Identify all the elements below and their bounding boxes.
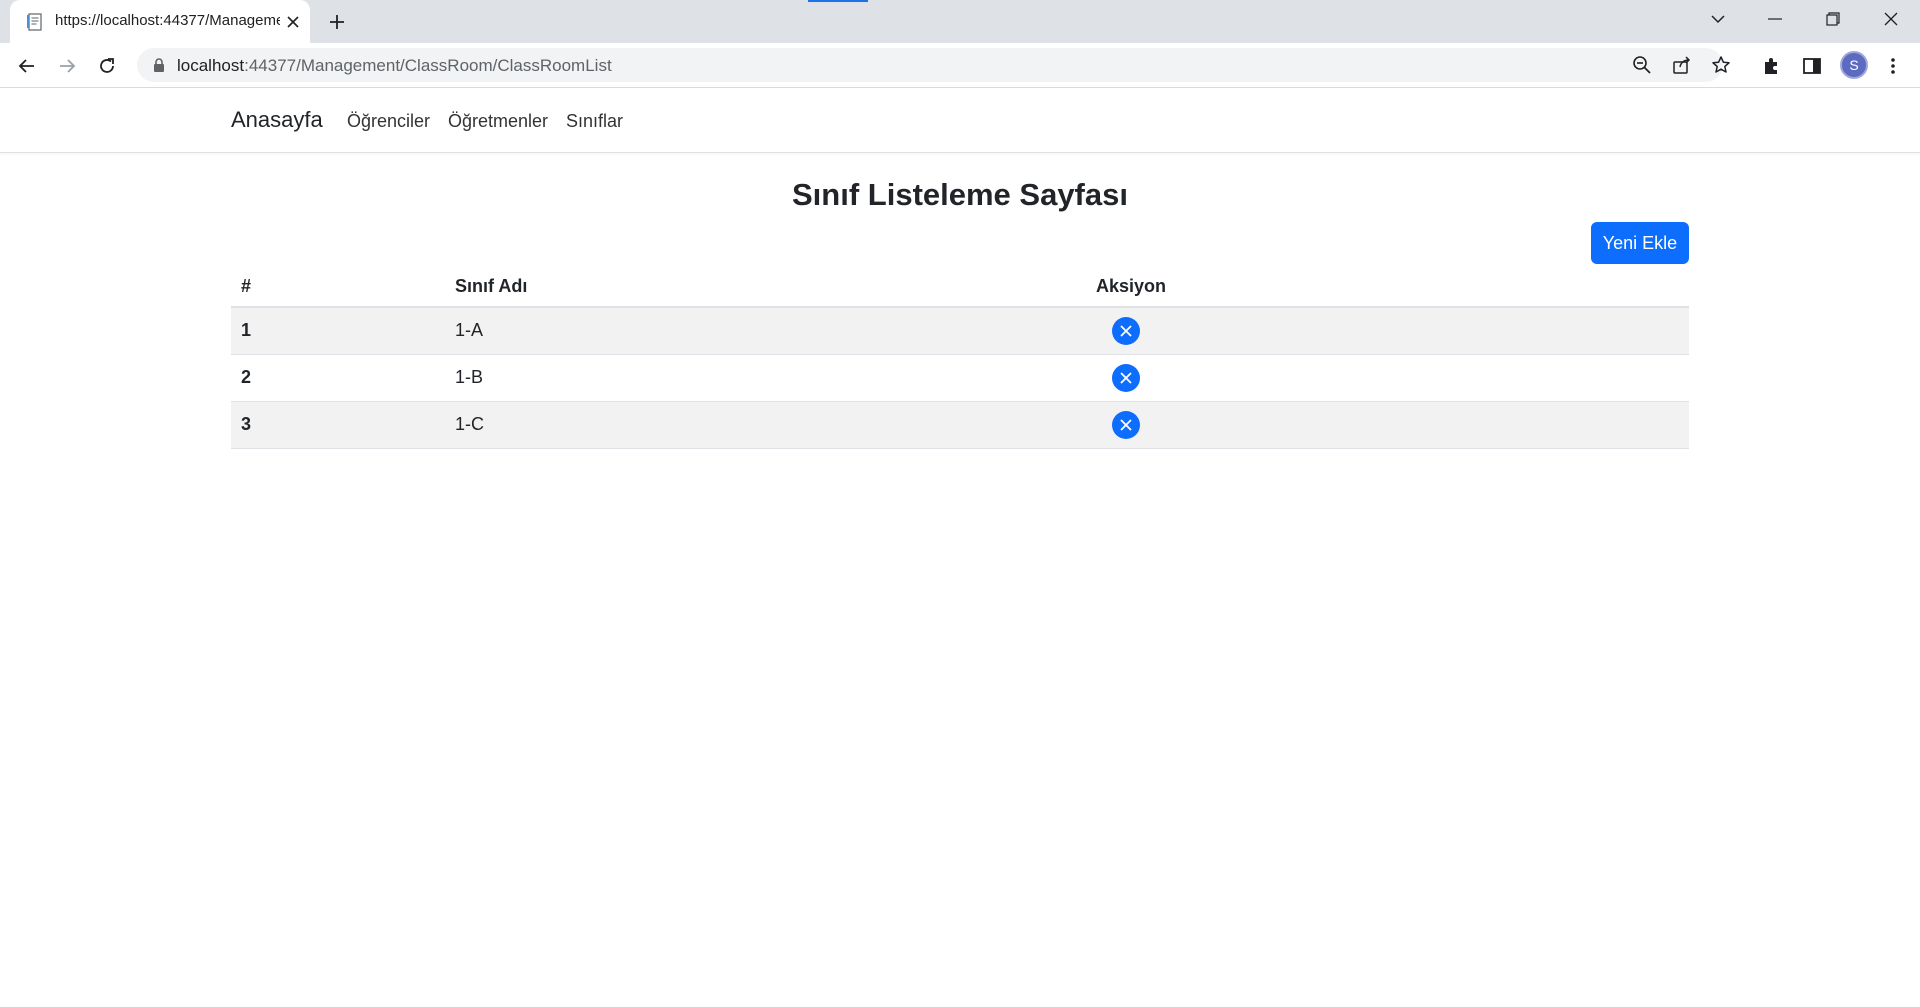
nav-link-teachers[interactable]: Öğretmenler [448,111,548,132]
side-panel-icon[interactable] [1797,51,1827,81]
column-header-number: # [231,266,445,308]
tab-search-indicator [808,0,868,2]
nav-brand-link[interactable]: Anasayfa [231,107,323,133]
zoom-out-icon[interactable] [1630,53,1654,77]
delete-close-icon[interactable] [1112,410,1140,439]
action-cell [1086,307,1689,355]
new-tab-plus-icon[interactable] [325,10,349,34]
row-number: 1 [231,307,445,355]
back-arrow-icon[interactable] [12,51,42,81]
row-number: 3 [231,401,445,449]
lock-icon[interactable] [151,57,167,73]
bookmark-star-icon[interactable] [1709,53,1733,77]
classroom-table: # Sınıf Adı Aksiyon 1 1-A 2 1-B 3 1-C [231,266,1689,449]
table-row: 1 1-A [231,307,1689,355]
add-new-button[interactable]: Yeni Ekle [1591,222,1689,264]
tab-title: https://localhost:44377/Management/Class… [55,12,280,29]
site-navbar: Anasayfa Öğrenciler Öğretmenler Sınıflar [0,88,1920,153]
table-header-row: # Sınıf Adı Aksiyon [231,266,1689,308]
class-name-cell: 1-A [445,307,1086,355]
column-header-class-name: Sınıf Adı [445,266,1086,308]
action-cell [1086,401,1689,449]
tab-search-chevron-down-icon[interactable] [1695,0,1741,38]
profile-avatar[interactable]: S [1840,51,1868,79]
reload-icon[interactable] [92,51,122,81]
page-favicon-icon [25,12,45,32]
browser-tab-strip: https://localhost:44377/Management/Class… [0,0,1920,43]
action-cell [1086,354,1689,402]
delete-close-icon[interactable] [1112,363,1140,392]
class-name-cell: 1-B [445,354,1086,402]
nav-link-students[interactable]: Öğrenciler [347,111,430,132]
url-path: :44377/Management/ClassRoom/ClassRoomLis… [244,56,612,75]
browser-menu-kebab-icon[interactable] [1878,51,1908,81]
address-bar[interactable]: localhost:44377/Management/ClassRoom/Cla… [137,48,1730,82]
share-icon[interactable] [1670,53,1694,77]
column-header-action: Aksiyon [1086,266,1689,308]
url-host: localhost [177,56,245,75]
close-window-icon[interactable] [1868,0,1914,38]
browser-toolbar: localhost:44377/Management/ClassRoom/Cla… [0,43,1920,88]
row-number: 2 [231,354,445,402]
table-row: 3 1-C [231,401,1689,449]
url-text[interactable]: localhost:44377/Management/ClassRoom/Cla… [177,56,612,76]
forward-arrow-icon[interactable] [52,51,82,81]
nav-link-classrooms[interactable]: Sınıflar [566,111,623,132]
table-row: 2 1-B [231,354,1689,402]
browser-tab[interactable]: https://localhost:44377/Management/Class… [10,0,310,43]
page-title: Sınıf Listeleme Sayfası [792,177,1128,212]
delete-close-icon[interactable] [1112,316,1140,345]
restore-window-icon[interactable] [1810,0,1856,38]
tab-close-icon[interactable] [282,11,304,33]
extensions-puzzle-icon[interactable] [1757,51,1787,81]
class-name-cell: 1-C [445,401,1086,449]
minimize-icon[interactable] [1752,0,1798,38]
